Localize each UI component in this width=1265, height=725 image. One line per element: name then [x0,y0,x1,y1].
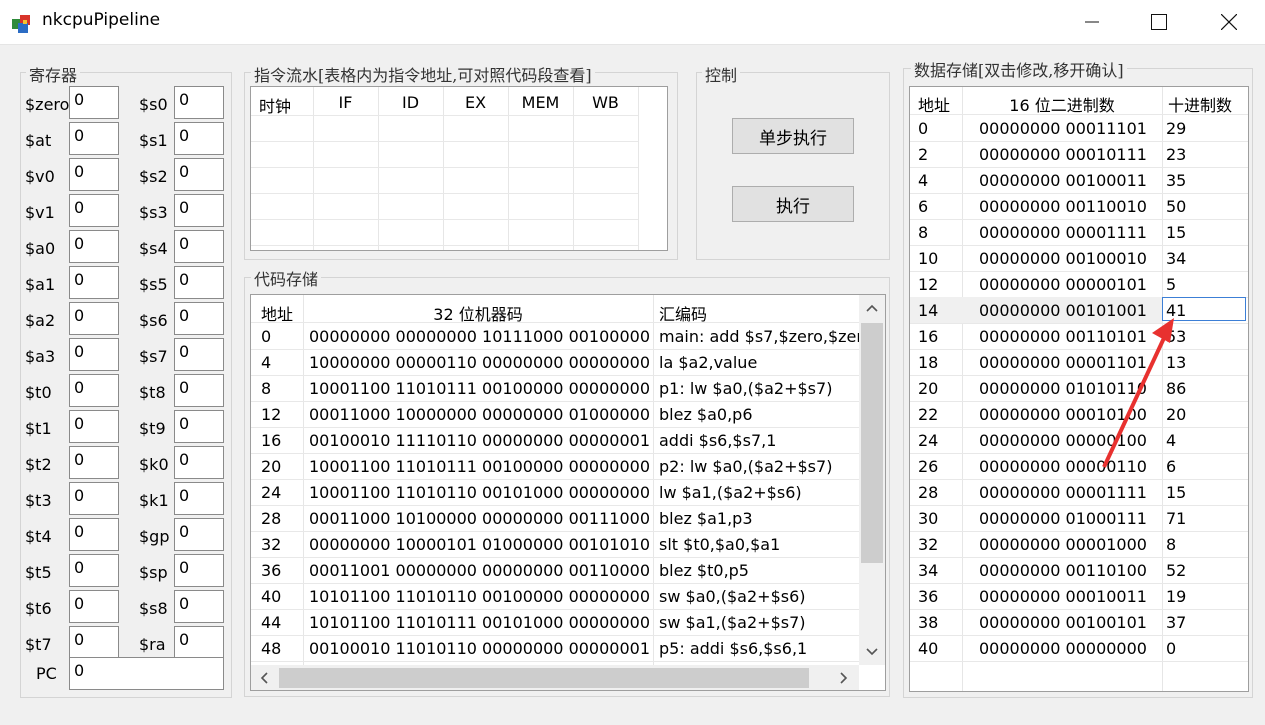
annotation-arrow [1102,318,1174,468]
